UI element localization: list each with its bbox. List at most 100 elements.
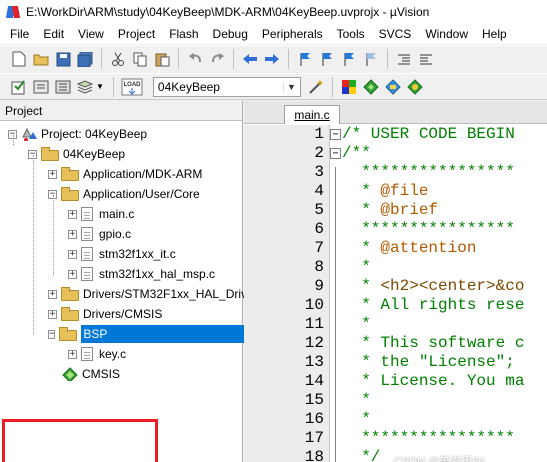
doc-keyword: @attention [380, 239, 477, 257]
expand-icon[interactable]: + [68, 249, 77, 259]
code-line[interactable]: 16 * [244, 410, 547, 429]
tab-main-c[interactable]: main.c [284, 105, 340, 124]
menu-tools[interactable]: Tools [331, 24, 373, 44]
cut-button[interactable] [109, 50, 127, 68]
bookmark-button[interactable] [296, 50, 314, 68]
collapse-icon[interactable]: − [48, 329, 56, 339]
code-comment-prefix: * [342, 239, 381, 257]
expand-icon[interactable]: + [68, 349, 77, 359]
manage-components-button[interactable] [340, 78, 358, 96]
expand-icon[interactable]: + [48, 169, 57, 179]
menu-bar: File Edit View Project Flash Debug Perip… [0, 24, 547, 44]
expand-icon[interactable]: + [68, 269, 77, 279]
tree-label: CMSIS [82, 367, 121, 381]
bookmark-prev-icon [322, 52, 332, 66]
tree-file-hal-msp[interactable]: + stm32f1xx_hal_msp.c [68, 264, 215, 284]
code-line[interactable]: 1−/* USER CODE BEGIN [244, 125, 547, 144]
batch-dropdown-icon[interactable]: ▼ [96, 82, 104, 91]
target-select[interactable]: 04KeyBeep ▼ [152, 76, 301, 97]
code-line[interactable]: 15 * [244, 391, 547, 410]
tree-target[interactable]: − 04KeyBeep [28, 144, 125, 164]
undo-button[interactable] [186, 50, 204, 68]
select-software-packs-button[interactable] [406, 78, 424, 96]
code-line[interactable]: 14 * License. You ma [244, 372, 547, 391]
manage-packs-button[interactable] [362, 78, 380, 96]
code-text: * [342, 315, 371, 333]
pack-installer-button[interactable] [384, 78, 402, 96]
code-line[interactable]: 17 **************** [244, 429, 547, 448]
nav-forward-button[interactable] [263, 50, 281, 68]
code-line[interactable]: 11 * [244, 315, 547, 334]
clear-bookmarks-button[interactable] [362, 50, 380, 68]
menu-file[interactable]: File [4, 24, 37, 44]
expand-icon[interactable]: + [68, 229, 77, 239]
fold-toggle-icon[interactable]: − [330, 148, 341, 159]
bookmark-clear-icon [366, 52, 376, 66]
target-options-button[interactable] [307, 78, 325, 96]
html-tag-text: <h2><center>&co [380, 277, 525, 295]
code-line[interactable]: 3 **************** [244, 163, 547, 182]
tree-file-key[interactable]: + key.c [68, 344, 126, 364]
copy-button[interactable] [131, 50, 149, 68]
tree-group-drivers-hal[interactable]: + Drivers/STM32F1xx_HAL_Driv [48, 284, 247, 304]
magic-wand-icon [309, 79, 323, 94]
menu-help[interactable]: Help [476, 24, 515, 44]
menu-peripherals[interactable]: Peripherals [256, 24, 331, 44]
tree-file-main[interactable]: + main.c [68, 204, 134, 224]
code-line[interactable]: 4 * @file [244, 182, 547, 201]
paste-button[interactable] [153, 50, 171, 68]
tree-group-app-mdk[interactable]: + Application/MDK-ARM [48, 164, 202, 184]
expand-icon[interactable]: + [68, 209, 77, 219]
batch-build-button[interactable] [76, 78, 94, 96]
code-line[interactable]: 9 * <h2><center>&co [244, 277, 547, 296]
build-button[interactable] [32, 78, 50, 96]
tree-group-drivers-cmsis[interactable]: + Drivers/CMSIS [48, 304, 162, 324]
folder-icon [61, 287, 79, 301]
code-line[interactable]: 6 **************** [244, 220, 547, 239]
menu-view[interactable]: View [72, 24, 112, 44]
code-comment-prefix: * [342, 277, 381, 295]
save-all-button[interactable] [76, 50, 94, 68]
project-panel: Project − Project: 04KeyBeep − 04KeyBeep… [0, 101, 258, 462]
tree-component-cmsis[interactable]: CMSIS [62, 364, 120, 384]
tree-group-app-core[interactable]: − Application/User/Core [48, 184, 200, 204]
code-line[interactable]: 7 * @attention [244, 239, 547, 258]
nav-back-button[interactable] [241, 50, 259, 68]
menu-edit[interactable]: Edit [37, 24, 72, 44]
c-file-icon [81, 267, 93, 281]
save-button[interactable] [54, 50, 72, 68]
next-bookmark-button[interactable] [340, 50, 358, 68]
translate-button[interactable] [10, 78, 28, 96]
menu-window[interactable]: Window [419, 24, 476, 44]
code-area[interactable]: 1−/* USER CODE BEGIN 2−/** 3 *************… [244, 125, 547, 462]
code-line[interactable]: 12 * This software c [244, 334, 547, 353]
open-button[interactable] [32, 50, 50, 68]
tree-project-root[interactable]: − Project: 04KeyBeep [8, 124, 147, 144]
new-file-button[interactable] [10, 50, 28, 68]
load-button[interactable]: LOAD [121, 78, 143, 96]
code-line[interactable]: 2−/** [244, 144, 547, 163]
unindent-button[interactable] [417, 50, 435, 68]
expand-icon[interactable]: + [48, 289, 57, 299]
indent-button[interactable] [395, 50, 413, 68]
menu-flash[interactable]: Flash [163, 24, 206, 44]
expand-icon[interactable]: + [48, 309, 57, 319]
line-number: 17 [304, 429, 324, 447]
code-line[interactable]: 10 * All rights rese [244, 296, 547, 315]
redo-button[interactable] [208, 50, 226, 68]
doc-keyword: @brief [380, 201, 439, 219]
code-line[interactable]: 8 * [244, 258, 547, 277]
tree-file-gpio[interactable]: + gpio.c [68, 224, 131, 244]
menu-svcs[interactable]: SVCS [373, 24, 420, 44]
menu-project[interactable]: Project [112, 24, 163, 44]
prev-bookmark-button[interactable] [318, 50, 336, 68]
code-line[interactable]: 13 * the "License"; [244, 353, 547, 372]
tree-file-it[interactable]: + stm32f1xx_it.c [68, 244, 176, 264]
tree-group-bsp[interactable]: − BSP [48, 324, 258, 344]
fold-toggle-icon[interactable]: − [330, 129, 341, 140]
menu-debug[interactable]: Debug [207, 24, 256, 44]
rebuild-button[interactable] [54, 78, 72, 96]
copy-icon [133, 52, 146, 66]
toolbar-separator [331, 76, 333, 97]
code-line[interactable]: 5 * @brief [244, 201, 547, 220]
